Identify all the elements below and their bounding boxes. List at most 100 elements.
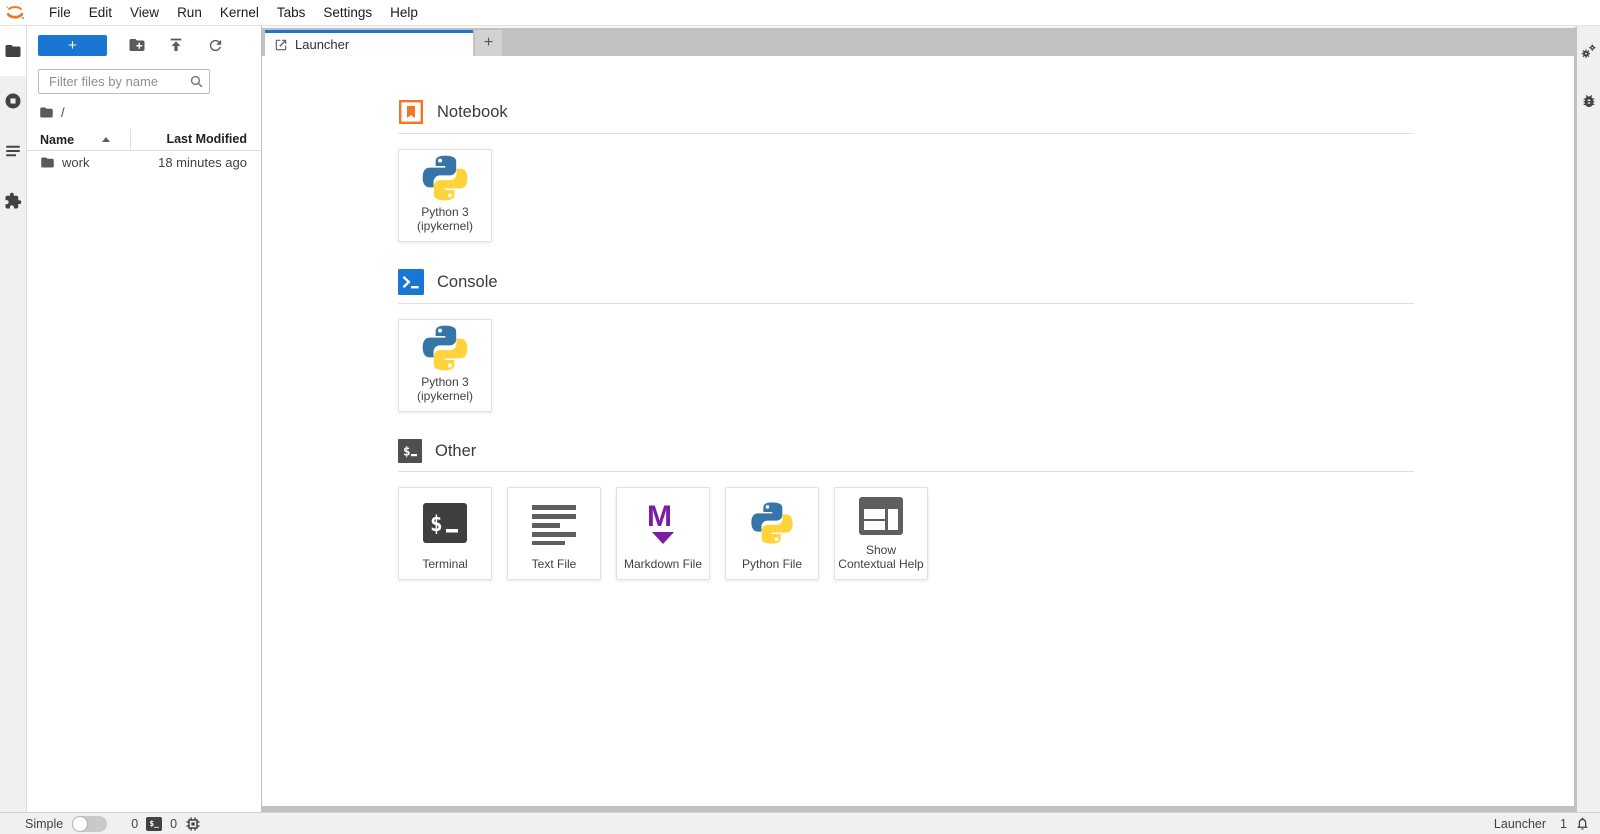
folder-icon: [5, 45, 21, 57]
tab-label: Launcher: [295, 37, 350, 52]
card-label: Python 3 (ipykernel): [416, 205, 473, 234]
tab-bar: Launcher +: [262, 28, 1574, 56]
python-logo-icon: [726, 488, 818, 558]
file-row-work[interactable]: work 18 minutes ago: [27, 151, 261, 174]
section-title-other: Other: [435, 441, 477, 460]
bug-icon: [1583, 95, 1594, 107]
launcher-card-markdown-file[interactable]: M Markdown File: [616, 487, 710, 580]
kernel-chip-icon: [186, 817, 200, 830]
file-last-modified: 18 minutes ago: [158, 155, 247, 170]
terminal-icon: $: [399, 488, 491, 558]
upload-button[interactable]: [167, 36, 185, 54]
kernels-count: 0: [170, 816, 178, 831]
table-of-contents-icon: [6, 145, 20, 157]
terminal-section-icon: $: [398, 439, 422, 463]
sort-ascending-icon: [102, 137, 111, 142]
menu-view[interactable]: View: [121, 0, 168, 25]
card-label: Markdown File: [623, 557, 703, 572]
breadcrumb-home-icon[interactable]: [39, 105, 54, 120]
file-list-header: Name Last Modified: [27, 129, 261, 151]
python-logo-icon: [399, 320, 491, 376]
launcher-card-python-file[interactable]: Python File: [725, 487, 819, 580]
launcher-section-notebook: Notebook Python 3 (ipykernel): [398, 99, 1414, 242]
new-folder-button[interactable]: [128, 36, 146, 54]
jupyter-logo-icon: [3, 2, 27, 24]
right-activity-bar: [1577, 26, 1600, 812]
section-divider: [398, 471, 1414, 472]
filter-files-box: [38, 69, 210, 94]
launcher-section-other: $ Other $ Terminal Text File M Markdown …: [398, 439, 1414, 580]
menu-bar: File Edit View Run Kernel Tabs Settings …: [0, 0, 1600, 26]
refresh-button[interactable]: [206, 36, 224, 54]
notifications-status[interactable]: 1: [1560, 816, 1590, 831]
menu-tabs[interactable]: Tabs: [268, 0, 315, 25]
menu-kernel[interactable]: Kernel: [211, 0, 268, 25]
sidebar-tab-file-browser[interactable]: [0, 26, 26, 76]
section-title-notebook: Notebook: [437, 102, 508, 121]
filter-files-input[interactable]: [38, 69, 210, 94]
new-launcher-button[interactable]: +: [38, 34, 107, 56]
card-label: Python File: [741, 557, 803, 572]
extension-puzzle-icon: [5, 192, 22, 209]
gears-icon: [1581, 44, 1596, 58]
menu-help[interactable]: Help: [381, 0, 427, 25]
simple-mode-label: Simple: [25, 816, 64, 831]
simple-mode-toggle[interactable]: [72, 815, 108, 832]
new-folder-icon: [129, 39, 145, 51]
menu-run[interactable]: Run: [168, 0, 211, 25]
column-header-last-modified[interactable]: Last Modified: [130, 129, 261, 150]
terminals-count: 0: [131, 816, 139, 831]
card-label: Show Contextual Help: [838, 543, 924, 572]
launcher-tab-icon: [275, 39, 287, 50]
menu-edit[interactable]: Edit: [80, 0, 121, 25]
upload-icon: [170, 38, 182, 51]
menu-file[interactable]: File: [40, 0, 80, 25]
new-tab-button[interactable]: +: [475, 30, 502, 56]
refresh-icon: [209, 39, 221, 51]
status-context-label: Launcher: [1493, 816, 1547, 831]
sidebar-tab-extensions[interactable]: [0, 176, 26, 226]
section-divider: [398, 133, 1414, 134]
tab-launcher[interactable]: Launcher: [265, 30, 473, 56]
svg-text:$: $: [403, 444, 411, 459]
console-icon: [398, 269, 424, 295]
notifications-count: 1: [1560, 816, 1567, 831]
section-divider: [398, 303, 1414, 304]
left-activity-bar: [0, 26, 27, 812]
notebook-icon: [399, 100, 424, 125]
section-title-console: Console: [437, 272, 498, 291]
running-sessions-icon: [5, 93, 21, 109]
file-browser-toolbar: +: [27, 26, 261, 56]
launcher-card-console-python3[interactable]: Python 3 (ipykernel): [398, 319, 492, 412]
main-dock-panel: Launcher + Notebook Python 3 (ipykernel)…: [262, 26, 1577, 812]
svg-text:$: $: [430, 512, 443, 536]
jupyterlab-window: File Edit View Run Kernel Tabs Settings …: [0, 0, 1600, 834]
launcher-card-show-contextual-help[interactable]: Show Contextual Help: [834, 487, 928, 580]
contextual-help-icon: [835, 488, 927, 544]
text-file-icon: [508, 488, 600, 558]
launcher-body: Notebook Python 3 (ipykernel) Console Py…: [262, 56, 1574, 580]
status-bar: Simple 0 $_ 0 Launcher 1: [0, 812, 1600, 834]
running-sessions-status[interactable]: 0 $_ 0: [131, 816, 201, 832]
sidebar-tab-property-inspector[interactable]: [1577, 26, 1600, 76]
menu-settings[interactable]: Settings: [314, 0, 381, 25]
sidebar-tab-running[interactable]: [0, 76, 26, 126]
menu-items: File Edit View Run Kernel Tabs Settings …: [40, 0, 427, 25]
file-browser-panel: + / Name: [27, 26, 262, 812]
breadcrumb: /: [39, 105, 261, 120]
launcher-card-terminal[interactable]: $ Terminal: [398, 487, 492, 580]
file-name: work: [62, 155, 90, 170]
card-label: Text File: [531, 557, 577, 572]
launcher-card-notebook-python3[interactable]: Python 3 (ipykernel): [398, 149, 492, 242]
column-header-name[interactable]: Name: [27, 133, 130, 147]
card-label: Python 3 (ipykernel): [416, 375, 473, 404]
sidebar-tab-table-of-contents[interactable]: [0, 126, 26, 176]
search-icon: [188, 73, 205, 95]
python-logo-icon: [399, 150, 491, 206]
launcher-card-text-file[interactable]: Text File: [507, 487, 601, 580]
folder-icon: [40, 155, 55, 170]
sidebar-tab-debugger[interactable]: [1577, 76, 1600, 126]
svg-text:M: M: [647, 500, 672, 533]
breadcrumb-root: /: [61, 105, 65, 120]
markdown-icon: M: [617, 488, 709, 558]
